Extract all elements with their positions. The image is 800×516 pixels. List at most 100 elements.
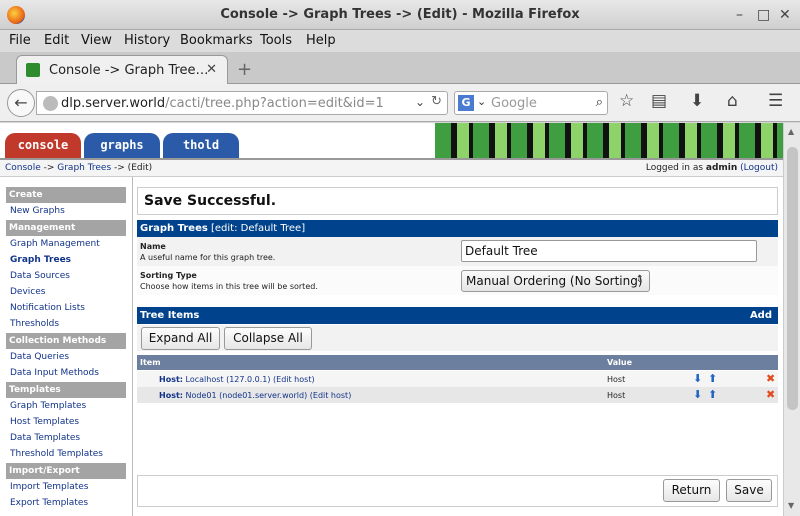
sidebar-item-notification-lists[interactable]: Notification Lists (6, 300, 126, 316)
expand-all-button[interactable]: Expand All (141, 327, 220, 350)
sorting-type-description: Choose how items in this tree will be so… (140, 282, 318, 291)
name-input[interactable]: Default Tree (461, 240, 757, 262)
search-engine-dropdown-icon[interactable]: ⌄ (477, 95, 486, 108)
sidebar-item-new-graphs[interactable]: New Graphs (6, 203, 126, 219)
move-down-icon[interactable]: ⬇ (693, 372, 702, 385)
return-button[interactable]: Return (663, 479, 720, 502)
home-icon[interactable]: ⌂ (727, 93, 738, 110)
sidebar-item-graph-management[interactable]: Graph Management (6, 236, 126, 252)
sidebar-item-import-templates[interactable]: Import Templates (6, 479, 126, 495)
add-tree-item-link[interactable]: Add (750, 310, 772, 321)
back-button[interactable]: ← (7, 89, 35, 117)
tab-thold[interactable]: thold (163, 133, 239, 158)
breadcrumb-graph-trees-link[interactable]: Graph Trees (57, 163, 111, 173)
move-down-icon[interactable]: ⬇ (693, 388, 702, 401)
reload-icon[interactable]: ↻ (431, 94, 442, 109)
sidebar-divider (132, 177, 133, 516)
logout-link[interactable]: (Logout) (740, 163, 778, 173)
menu-bookmarks[interactable]: Bookmarks (180, 33, 253, 48)
scroll-up-icon[interactable]: ▲ (788, 127, 794, 136)
tree-item-link[interactable]: Host: Node01 (node01.server.world) (Edit… (159, 391, 351, 400)
save-button[interactable]: Save (726, 479, 772, 502)
sidebar-item-graph-templates[interactable]: Graph Templates (6, 398, 126, 414)
sidebar-item-threshold-templates[interactable]: Threshold Templates (6, 446, 126, 462)
sorting-type-select[interactable]: Manual Ordering (No Sorting) ⇕ (461, 270, 650, 292)
tab-graphs[interactable]: graphs (84, 133, 160, 158)
menu-view[interactable]: View (81, 33, 112, 48)
sidebar-item-data-sources[interactable]: Data Sources (6, 268, 126, 284)
breadcrumb-console-link[interactable]: Console (5, 163, 41, 173)
window-title: Console -> Graph Trees -> (Edit) - Mozil… (220, 7, 580, 22)
url-text[interactable]: dlp.server.world/cacti/tree.php?action=e… (61, 96, 384, 111)
menu-file[interactable]: File (9, 33, 31, 48)
google-engine-icon[interactable]: G (458, 95, 474, 111)
sidebar-item-thresholds[interactable]: Thresholds (6, 316, 126, 332)
form-actions-box: Return Save (137, 475, 778, 507)
scroll-down-icon[interactable]: ▼ (788, 501, 794, 510)
new-tab-button[interactable]: + (237, 59, 252, 80)
search-go-icon[interactable]: ⌕ (596, 95, 603, 110)
tree-items-button-row: Expand All Collapse All (137, 325, 778, 351)
delete-icon[interactable]: ✖ (766, 372, 775, 385)
sidebar-item-host-templates[interactable]: Host Templates (6, 414, 126, 430)
sidebar-header-management: Management (6, 220, 126, 236)
name-field-description: A useful name for this graph tree. (140, 253, 276, 262)
tree-items-table-header: Item Value (137, 355, 778, 370)
sidebar-menu: Create New Graphs Management Graph Manageme… (6, 186, 126, 516)
menu-tools[interactable]: Tools (260, 33, 292, 48)
url-bar[interactable]: dlp.server.world/cacti/tree.php?action=e… (36, 91, 448, 115)
download-icon[interactable]: ⬇ (690, 93, 704, 110)
tab-close-icon[interactable]: ✕ (206, 62, 217, 77)
menu-history[interactable]: History (124, 33, 170, 48)
delete-icon[interactable]: ✖ (766, 388, 775, 401)
name-field-row: Name A useful name for this graph tree. … (137, 237, 778, 266)
collapse-all-button[interactable]: Collapse All (224, 327, 312, 350)
search-box[interactable]: G ⌄ Google ⌕ (454, 91, 608, 115)
tab-label: Console -> Graph Tree… (49, 63, 209, 78)
menu-edit[interactable]: Edit (44, 33, 69, 48)
move-up-icon[interactable]: ⬆ (708, 372, 717, 385)
tree-items-header: Tree Items Add (137, 307, 778, 324)
vertical-scrollbar[interactable]: ▲ ▼ (783, 123, 800, 516)
banner-cactus-image (435, 123, 783, 158)
username: admin (705, 163, 738, 173)
url-dropdown-icon[interactable]: ⌄ (415, 95, 425, 109)
sidebar-item-data-templates[interactable]: Data Templates (6, 430, 126, 446)
sidebar-item-graph-trees[interactable]: Graph Trees (6, 252, 126, 268)
sidebar-item-data-input-methods[interactable]: Data Input Methods (6, 365, 126, 381)
reading-list-icon[interactable]: ▤ (651, 93, 667, 110)
tab-console[interactable]: console (5, 133, 81, 158)
sidebar-item-devices[interactable]: Devices (6, 284, 126, 300)
sidebar-item-data-queries[interactable]: Data Queries (6, 349, 126, 365)
scrollbar-thumb[interactable] (787, 147, 798, 410)
column-value: Value (607, 358, 633, 367)
breadcrumb-bar: Console -> Graph Trees -> (Edit) Logged … (0, 158, 783, 177)
navigation-bar: ← dlp.server.world/cacti/tree.php?action… (0, 84, 800, 122)
search-input[interactable]: Google (491, 96, 537, 111)
tree-item-value: Host (607, 375, 626, 384)
sidebar-header-collection-methods: Collection Methods (6, 333, 126, 349)
save-message-box: Save Successful. (137, 187, 778, 215)
sidebar-header-create: Create (6, 187, 126, 203)
breadcrumb: Console -> Graph Trees -> (Edit) (5, 163, 153, 173)
close-window-button[interactable]: ✕ (779, 8, 791, 22)
save-message: Save Successful. (144, 193, 277, 209)
login-status: Logged in as admin (Logout) (645, 163, 778, 173)
graph-trees-header: Graph Trees [edit: Default Tree] (137, 220, 778, 237)
table-row: Host: Localhost (127.0.0.1) (Edit host) … (137, 371, 778, 387)
menu-icon[interactable]: ☰ (768, 93, 783, 110)
tree-item-link[interactable]: Host: Localhost (127.0.0.1) (Edit host) (159, 375, 315, 384)
menu-bar: File Edit View History Bookmarks Tools H… (0, 30, 800, 52)
site-identity-icon[interactable] (43, 96, 58, 111)
maximize-button[interactable]: □ (757, 8, 770, 22)
star-icon[interactable]: ☆ (619, 93, 634, 110)
name-field-label: Name (140, 242, 166, 251)
minimize-button[interactable]: – (736, 8, 743, 22)
sidebar-item-export-templates[interactable]: Export Templates (6, 495, 126, 511)
menu-help[interactable]: Help (306, 33, 336, 48)
sorting-type-label: Sorting Type (140, 271, 197, 280)
browser-tab[interactable]: Console -> Graph Tree… ✕ (16, 55, 228, 85)
sidebar-header-templates: Templates (6, 382, 126, 398)
sorting-type-row: Sorting Type Choose how items in this tr… (137, 266, 778, 295)
move-up-icon[interactable]: ⬆ (708, 388, 717, 401)
